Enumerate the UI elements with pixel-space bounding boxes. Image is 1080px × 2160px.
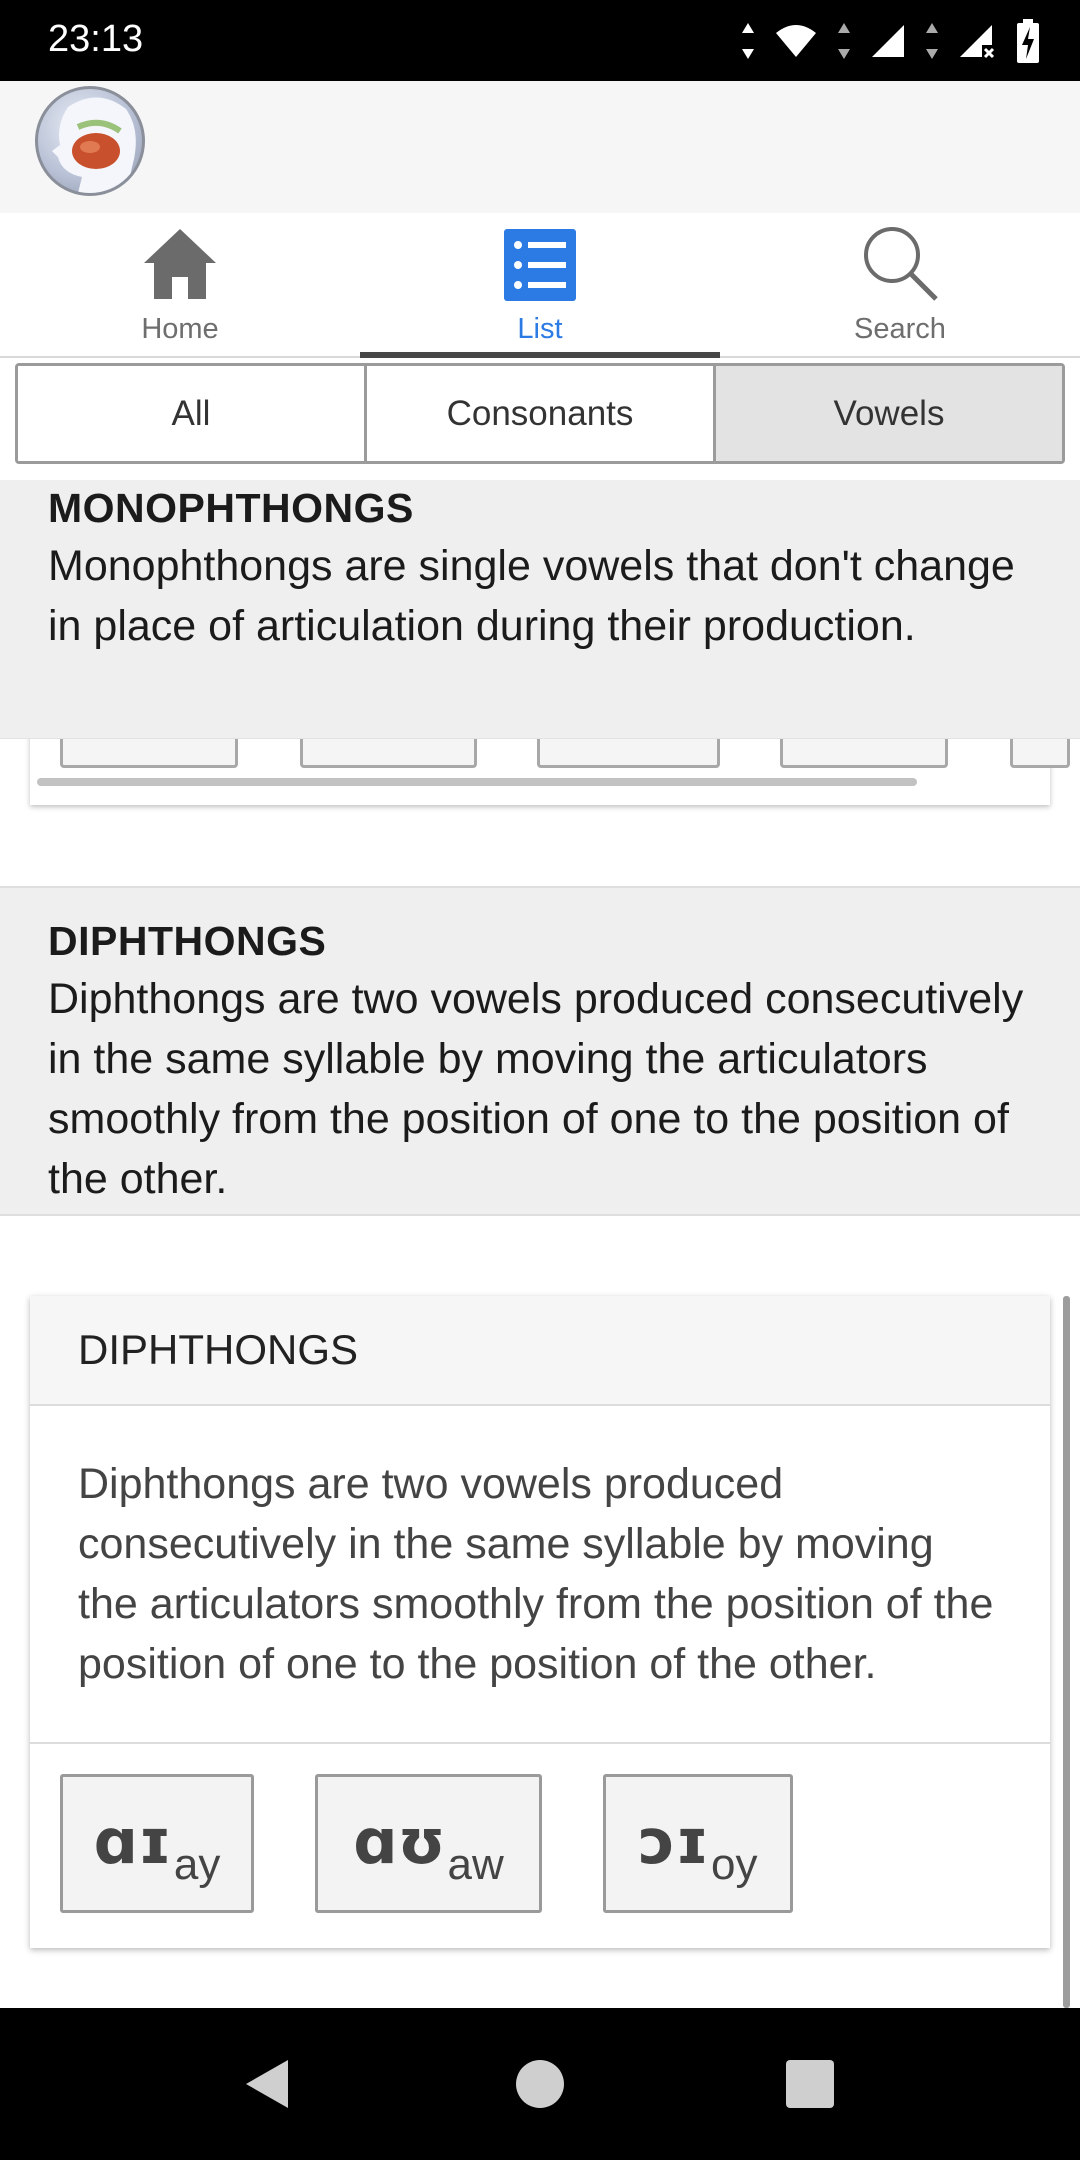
home-icon <box>144 229 216 299</box>
app-header <box>0 81 1080 213</box>
vowel-list[interactable]: ɑuw ʊuh ɔow əao DIPHTHONGS Diphthongs ar… <box>0 480 1080 2008</box>
search-icon <box>864 227 938 301</box>
filter-consonants-button[interactable]: Consonants <box>367 366 716 461</box>
ipa-symbol: ɔɪ <box>638 1805 710 1878</box>
signal-no-sim-icon <box>960 25 995 59</box>
phoneme-button-ay[interactable]: ɑɪ ay <box>60 1774 254 1913</box>
section-description: Diphthongs are two vowels produced conse… <box>48 975 1024 1203</box>
system-navigation-bar <box>0 2008 1080 2160</box>
data-transfer-icon-2 <box>838 23 850 59</box>
horizontal-scrollbar[interactable] <box>37 778 917 786</box>
status-bar: 23:13 <box>0 0 1080 81</box>
phoneme-button-oy[interactable]: ɔɪ oy <box>603 1774 793 1913</box>
back-icon[interactable] <box>230 2048 302 2120</box>
phoneme-code: oy <box>711 1840 758 1889</box>
battery-charging-icon <box>1017 19 1039 63</box>
category-filter: All Consonants Vowels <box>15 363 1065 464</box>
data-transfer-icon <box>742 23 754 59</box>
section-description: Monophthongs are single vowels that don'… <box>48 542 1015 650</box>
recents-icon[interactable] <box>774 2048 846 2120</box>
tab-home[interactable]: Home <box>0 213 360 358</box>
head-profile-icon <box>52 97 136 193</box>
data-transfer-icon-3 <box>926 23 938 59</box>
phoneme-buttons: ɑɪ ay ɑʊ aw ɔɪ oy <box>30 1744 1050 1946</box>
section-title: DIPHTHONGS <box>48 918 327 964</box>
status-time: 23:13 <box>48 18 144 60</box>
home-circle-icon[interactable] <box>504 2048 576 2120</box>
section-title: MONOPHTHONGS <box>48 485 414 531</box>
tab-list[interactable]: List <box>360 213 720 358</box>
tab-home-label: Home <box>141 313 219 345</box>
monophthongs-section-header: MONOPHTHONGS Monophthongs are single vow… <box>0 480 1080 738</box>
tab-search[interactable]: Search <box>720 213 1080 358</box>
app-logo[interactable] <box>35 86 145 196</box>
vertical-scrollbar[interactable] <box>1063 1296 1070 2008</box>
diphthongs-section-header: DIPHTHONGS Diphthongs are two vowels pro… <box>0 886 1080 1216</box>
ipa-symbol: ɑɪ <box>93 1805 172 1878</box>
list-icon <box>504 229 576 301</box>
main-tab-bar: Home List Search <box>0 213 1080 358</box>
phoneme-code: aw <box>447 1840 504 1889</box>
phoneme-button-aw[interactable]: ɑʊ aw <box>315 1774 542 1913</box>
wifi-icon <box>776 25 816 57</box>
status-icons <box>740 16 1040 66</box>
ipa-symbol: ɑʊ <box>353 1805 446 1878</box>
tab-list-label: List <box>517 313 563 345</box>
active-tab-indicator <box>360 352 720 358</box>
card-title: DIPHTHONGS <box>30 1296 1050 1406</box>
filter-vowels-button[interactable]: Vowels <box>716 366 1062 461</box>
tab-search-label: Search <box>854 313 946 345</box>
card-description: Diphthongs are two vowels produced conse… <box>30 1406 1050 1744</box>
diphthongs-card: DIPHTHONGS Diphthongs are two vowels pro… <box>30 1296 1050 1948</box>
phoneme-code: ay <box>173 1840 221 1889</box>
signal-icon <box>872 25 904 57</box>
filter-all-button[interactable]: All <box>18 366 367 461</box>
